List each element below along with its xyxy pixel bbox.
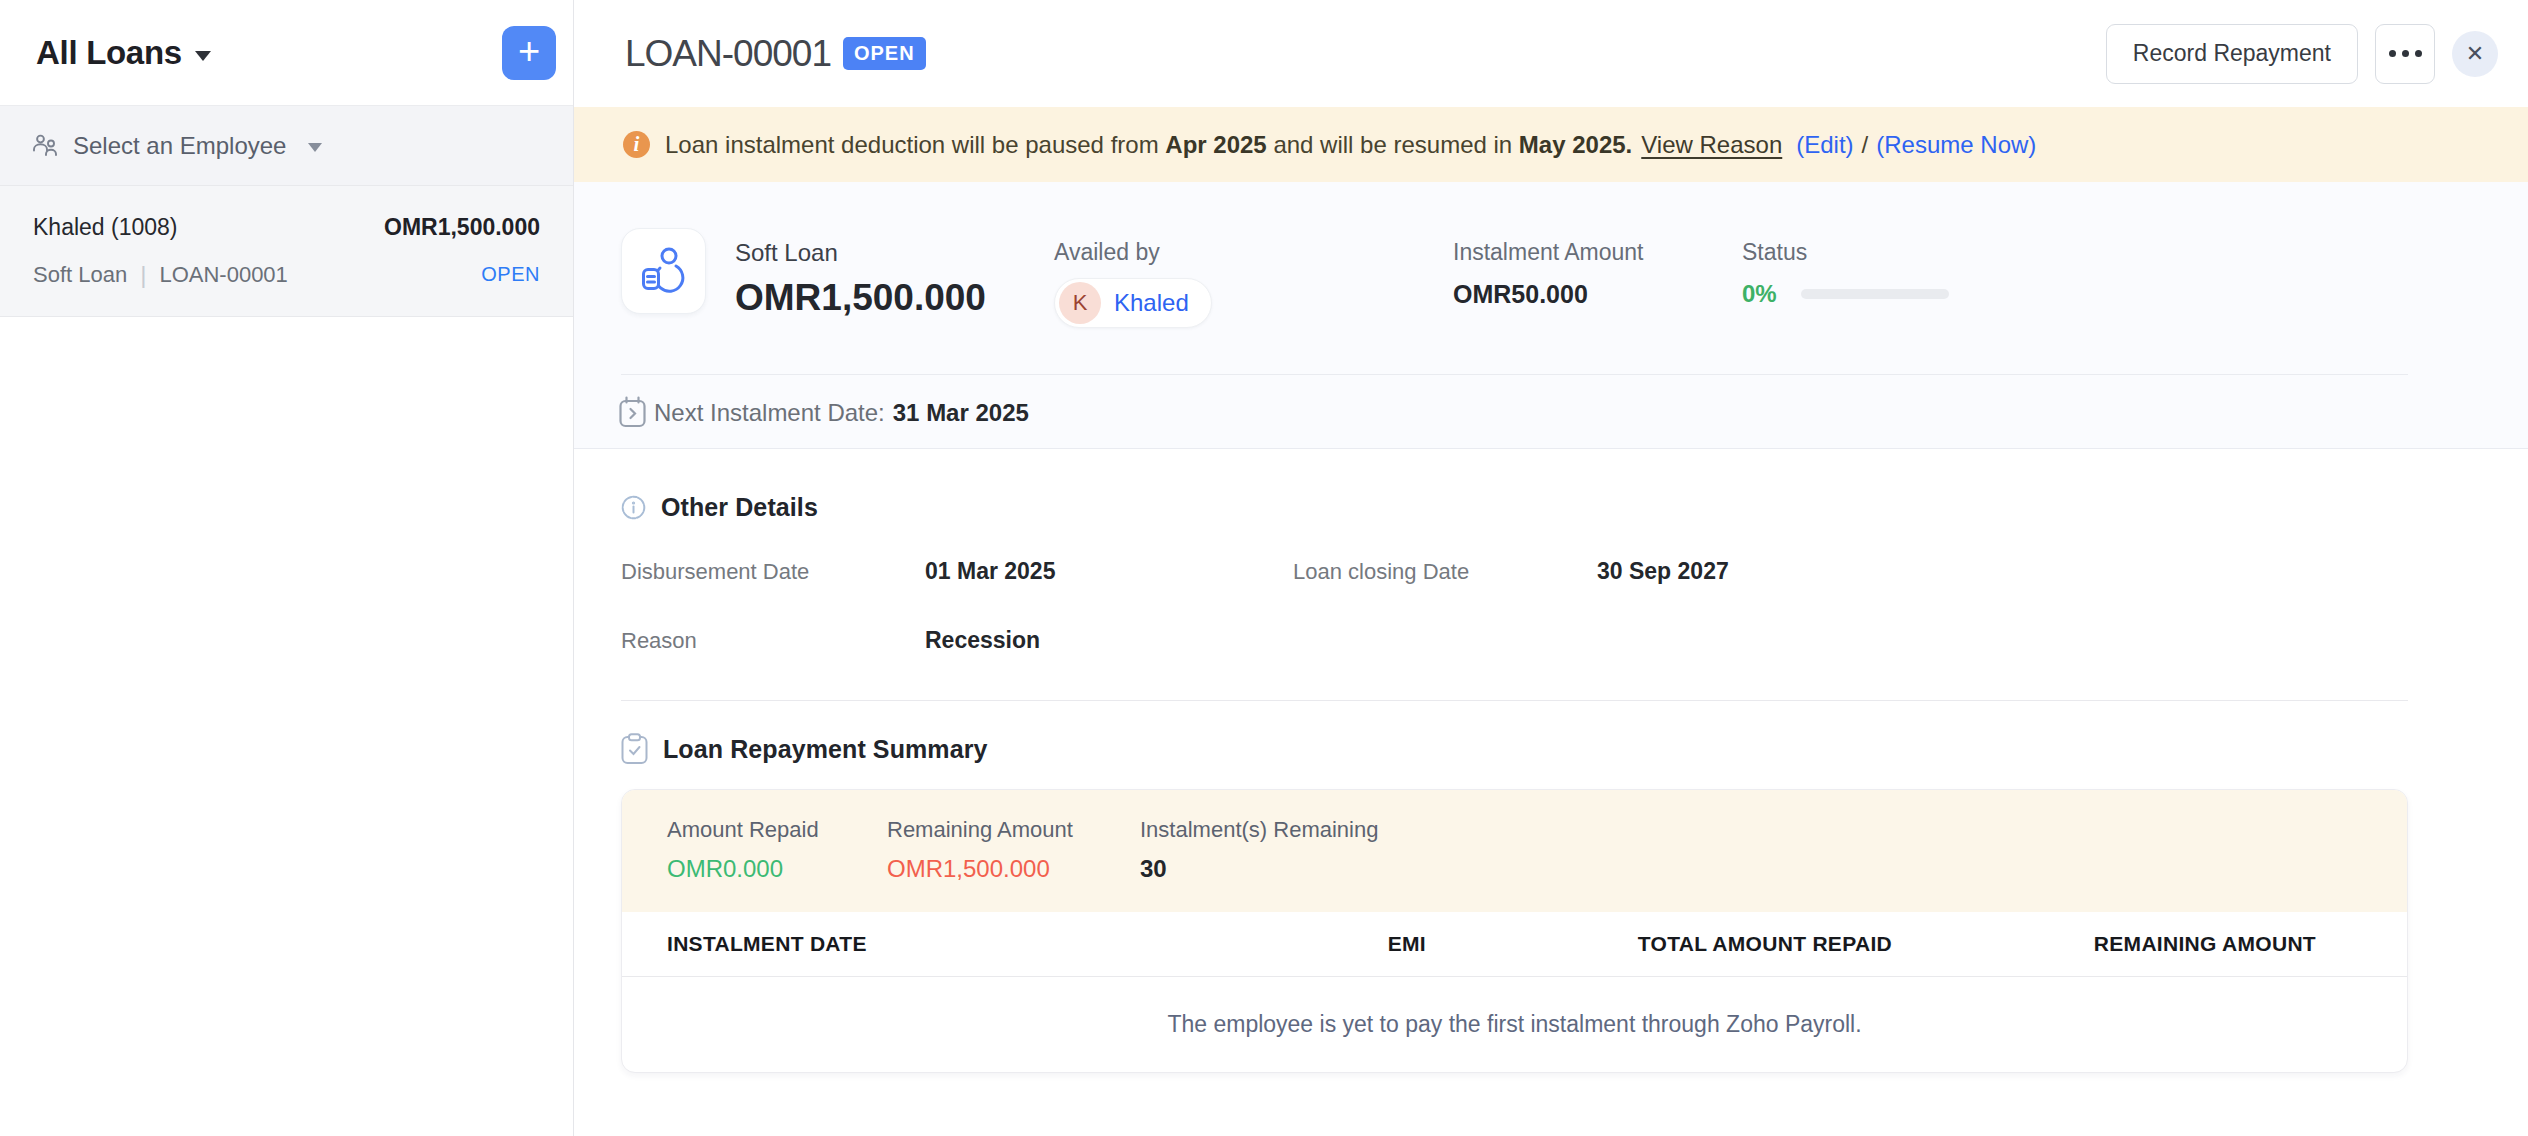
divider	[621, 700, 2408, 701]
employee-name-link: Khaled	[1114, 289, 1189, 317]
employee-filter-label: Select an Employee	[73, 132, 286, 160]
field-label: Loan closing Date	[1293, 559, 1597, 585]
field-value: 01 Mar 2025	[925, 558, 1293, 585]
detail-content: Other Details Disbursement Date 01 Mar 2…	[574, 493, 2528, 1073]
availed-by: Availed by K Khaled	[1054, 239, 1212, 328]
field-label: Disbursement Date	[621, 559, 925, 585]
instalment-amount: Instalment Amount OMR50.000	[1453, 239, 1644, 309]
amount-repaid-value: OMR0.000	[667, 855, 887, 883]
field-value: 30 Sep 2027	[1597, 558, 2408, 585]
loan-list-item[interactable]: Khaled (1008) OMR1,500.000 Soft Loan | L…	[0, 186, 573, 317]
loan-item-status: OPEN	[481, 263, 540, 286]
page-title: LOAN-00001	[625, 33, 831, 75]
clipboard-check-icon	[621, 733, 648, 765]
loan-detail-page: All Loans + Select an Employee Khaled (1…	[0, 0, 2528, 1136]
repayment-summary-card: Amount Repaid OMR0.000 Remaining Amount …	[621, 789, 2408, 1073]
loan-detail-main: LOAN-00001 OPEN Record Repayment ✕ i Loa…	[574, 0, 2528, 1136]
loan-item-employee: Khaled (1008)	[33, 214, 178, 241]
resume-now-link[interactable]: (Resume Now)	[1876, 131, 2036, 158]
more-options-button[interactable]	[2375, 24, 2435, 84]
loan-item-amount: OMR1,500.000	[384, 214, 540, 241]
divider: |	[140, 261, 146, 289]
other-details-heading: Other Details	[621, 493, 2408, 522]
loan-type: Soft Loan	[735, 239, 986, 267]
loans-filter-dropdown[interactable]: All Loans	[36, 34, 211, 72]
edit-link[interactable]: (Edit)	[1796, 131, 1853, 158]
info-circle-icon	[621, 495, 646, 520]
chevron-down-icon	[308, 143, 322, 152]
banner-text: Loan instalment deduction will be paused…	[665, 131, 2036, 159]
pause-warning-banner: i Loan instalment deduction will be paus…	[574, 107, 2528, 182]
dots-icon	[2389, 50, 2396, 57]
repayment-summary-heading: Loan Repayment Summary	[621, 733, 2408, 765]
status-badge: OPEN	[843, 37, 926, 70]
loans-sidebar: All Loans + Select an Employee Khaled (1…	[0, 0, 574, 1136]
add-loan-button[interactable]: +	[502, 26, 556, 80]
employee-filter-dropdown[interactable]: Select an Employee	[0, 106, 573, 186]
chevron-down-icon	[195, 51, 211, 61]
next-instalment: Next Instalment Date: 31 Mar 2025	[619, 396, 1029, 429]
people-icon	[32, 133, 59, 158]
loan-type-amount: Soft Loan OMR1,500.000	[735, 239, 986, 319]
repayment-table-header: INSTALMENT DATE EMI TOTAL AMOUNT REPAID …	[622, 912, 2407, 977]
other-details-grid: Disbursement Date 01 Mar 2025 Loan closi…	[621, 558, 2408, 654]
loan-money-bag-icon	[641, 246, 687, 296]
repayment-summary-totals: Amount Repaid OMR0.000 Remaining Amount …	[622, 790, 2407, 912]
column-header: INSTALMENT DATE	[667, 932, 1126, 956]
status: Status 0%	[1742, 239, 1949, 308]
loan-summary-section: Soft Loan OMR1,500.000 Availed by K Khal…	[574, 182, 2528, 449]
sidebar-header: All Loans +	[0, 0, 573, 106]
detail-header: LOAN-00001 OPEN Record Repayment ✕	[574, 0, 2528, 107]
column-header: REMAINING AMOUNT	[1892, 932, 2316, 956]
record-repayment-button[interactable]: Record Repayment	[2106, 24, 2358, 84]
field-label: Reason	[621, 628, 925, 654]
progress-percent: 0%	[1742, 280, 1777, 308]
repayment-table-empty-row: The employee is yet to pay the first ins…	[622, 977, 2407, 1072]
header-actions: Record Repayment ✕	[2106, 0, 2498, 107]
view-reason-link[interactable]: View Reason	[1641, 131, 1782, 158]
divider	[621, 374, 2408, 375]
employee-chip[interactable]: K Khaled	[1054, 278, 1212, 328]
sidebar-title: All Loans	[36, 34, 182, 72]
remaining-amount-value: OMR1,500.000	[887, 855, 1140, 883]
loan-type-icon-box	[621, 228, 706, 314]
info-icon: i	[623, 131, 650, 158]
field-value: Recession	[925, 627, 1293, 654]
column-header: EMI	[1126, 932, 1426, 956]
loan-item-type: Soft Loan | LOAN-00001	[33, 261, 288, 289]
progress-bar	[1801, 289, 1949, 299]
avatar: K	[1059, 282, 1101, 324]
column-header: TOTAL AMOUNT REPAID	[1426, 932, 1892, 956]
loan-amount: OMR1,500.000	[735, 277, 986, 319]
instalments-remaining-value: 30	[1140, 855, 1378, 883]
close-button[interactable]: ✕	[2452, 31, 2498, 77]
calendar-next-icon	[619, 396, 646, 429]
